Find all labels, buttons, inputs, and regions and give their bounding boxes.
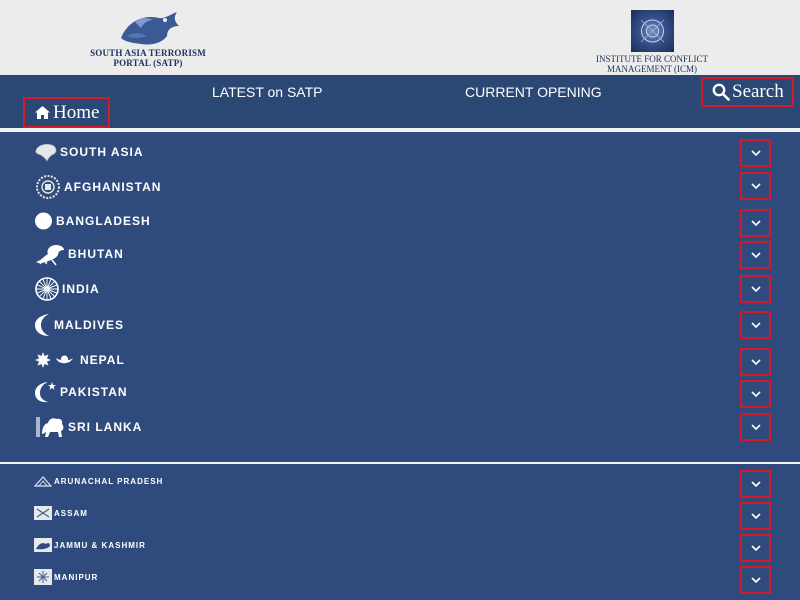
bangladesh-disc-icon <box>35 212 52 230</box>
chevron-down-icon <box>750 358 761 365</box>
chevron-down-icon <box>750 182 761 189</box>
country-item-south-asia[interactable]: SOUTH ASIA <box>34 139 144 165</box>
search-icon <box>712 83 730 101</box>
main-navbar: LATEST on SATP CURRENT OPENING Search Ho… <box>0 75 800 128</box>
search-button[interactable]: Search <box>701 77 794 107</box>
nepal-sun-moon-icon <box>35 352 73 368</box>
assam-emblem-icon <box>34 506 52 520</box>
state-label: ARUNACHAL PRADESH <box>54 476 164 486</box>
satp-logo-line1: SOUTH ASIA TERRORISM <box>90 48 206 58</box>
chevron-down-icon <box>750 423 761 430</box>
chevron-down-icon <box>750 149 761 156</box>
expand-pakistan-button[interactable] <box>740 380 771 408</box>
country-item-afghanistan[interactable]: AFGHANISTAN <box>34 174 161 200</box>
lion-icon <box>36 417 64 437</box>
state-label: MANIPUR <box>54 572 99 582</box>
chevron-down-icon <box>750 321 761 328</box>
country-item-bangladesh[interactable]: BANGLADESH <box>34 208 151 234</box>
manipur-emblem-icon <box>34 569 52 585</box>
state-label: JAMMU & KASHMIR <box>54 540 146 550</box>
chevron-down-icon <box>750 512 761 519</box>
country-label: NEPAL <box>80 353 125 367</box>
country-label: MALDIVES <box>54 318 125 332</box>
chevron-down-icon <box>750 390 761 397</box>
state-item-arunachal-pradesh[interactable]: ARUNACHAL PRADESH <box>34 468 163 494</box>
chevron-down-icon <box>750 480 761 487</box>
ashoka-chakra-icon <box>35 277 59 301</box>
country-item-bhutan[interactable]: BHUTAN <box>34 241 124 267</box>
jk-emblem-icon <box>34 538 52 552</box>
icm-logo-line1: INSTITUTE FOR CONFLICT <box>596 54 708 64</box>
state-item-manipur[interactable]: MANIPUR <box>34 564 98 590</box>
chevron-down-icon <box>750 544 761 551</box>
icm-logo-line2: MANAGEMENT (ICM) <box>606 64 698 74</box>
chevron-down-icon <box>750 285 761 292</box>
bhutan-dragon-icon <box>36 245 64 266</box>
country-label: INDIA <box>62 282 100 296</box>
expand-bangladesh-button[interactable] <box>740 209 771 237</box>
satp-logo-line2: PORTAL (SATP) <box>113 58 183 68</box>
expand-bhutan-button[interactable] <box>740 241 771 269</box>
crescent-star-icon <box>35 382 56 403</box>
expand-assam-button[interactable] <box>740 502 771 530</box>
country-label: SRI LANKA <box>68 420 143 434</box>
arunachal-emblem-icon <box>34 476 52 487</box>
chevron-down-icon <box>750 576 761 583</box>
south-asia-map-icon <box>35 143 57 162</box>
country-label: SOUTH ASIA <box>60 145 144 159</box>
states-panel: ARUNACHAL PRADESH ASSAM JAMMU & KASHMIR … <box>0 464 800 600</box>
chevron-down-icon <box>750 251 761 258</box>
expand-india-button[interactable] <box>740 275 771 303</box>
expand-nepal-button[interactable] <box>740 348 771 376</box>
country-label: BANGLADESH <box>56 214 151 228</box>
satp-logo[interactable]: SOUTH ASIA TERRORISM PORTAL (SATP) <box>86 8 210 72</box>
crescent-icon <box>35 314 49 336</box>
expand-manipur-button[interactable] <box>740 566 771 594</box>
expand-south-asia-button[interactable] <box>740 139 771 167</box>
expand-maldives-button[interactable] <box>740 311 771 339</box>
state-item-assam[interactable]: ASSAM <box>34 500 88 526</box>
home-icon <box>35 106 50 119</box>
country-label: BHUTAN <box>68 247 124 261</box>
state-item-jammu-kashmir[interactable]: JAMMU & KASHMIR <box>34 532 146 558</box>
country-item-india[interactable]: INDIA <box>34 276 100 302</box>
icm-emblem-icon <box>630 10 674 52</box>
country-item-pakistan[interactable]: PAKISTAN <box>34 379 128 405</box>
site-header: SOUTH ASIA TERRORISM PORTAL (SATP) INSTI… <box>0 0 800 75</box>
country-item-nepal[interactable]: NEPAL <box>34 347 125 373</box>
countries-panel: SOUTH ASIA AFGHANISTAN BANGLADESH BHUTAN… <box>0 132 800 462</box>
country-label: AFGHANISTAN <box>64 180 162 194</box>
state-label: ASSAM <box>54 508 88 518</box>
dragon-emblem-icon <box>121 12 179 45</box>
country-item-sri-lanka[interactable]: SRI LANKA <box>34 414 142 440</box>
latest-on-satp-link[interactable]: LATEST on SATP <box>212 84 323 100</box>
expand-jammu-kashmir-button[interactable] <box>740 534 771 562</box>
afghanistan-emblem-icon <box>36 175 60 199</box>
current-opening-link[interactable]: CURRENT OPENING <box>465 84 602 100</box>
country-label: PAKISTAN <box>60 385 128 399</box>
chevron-down-icon <box>750 219 761 226</box>
country-item-maldives[interactable]: MALDIVES <box>34 312 124 338</box>
expand-arunachal-pradesh-button[interactable] <box>740 470 771 498</box>
search-label: Search <box>732 81 784 102</box>
home-button[interactable]: Home <box>23 97 110 128</box>
expand-sri-lanka-button[interactable] <box>740 413 771 441</box>
home-label: Home <box>53 101 100 123</box>
icm-logo[interactable]: INSTITUTE FOR CONFLICT MANAGEMENT (ICM) <box>588 10 716 74</box>
expand-afghanistan-button[interactable] <box>740 172 771 200</box>
